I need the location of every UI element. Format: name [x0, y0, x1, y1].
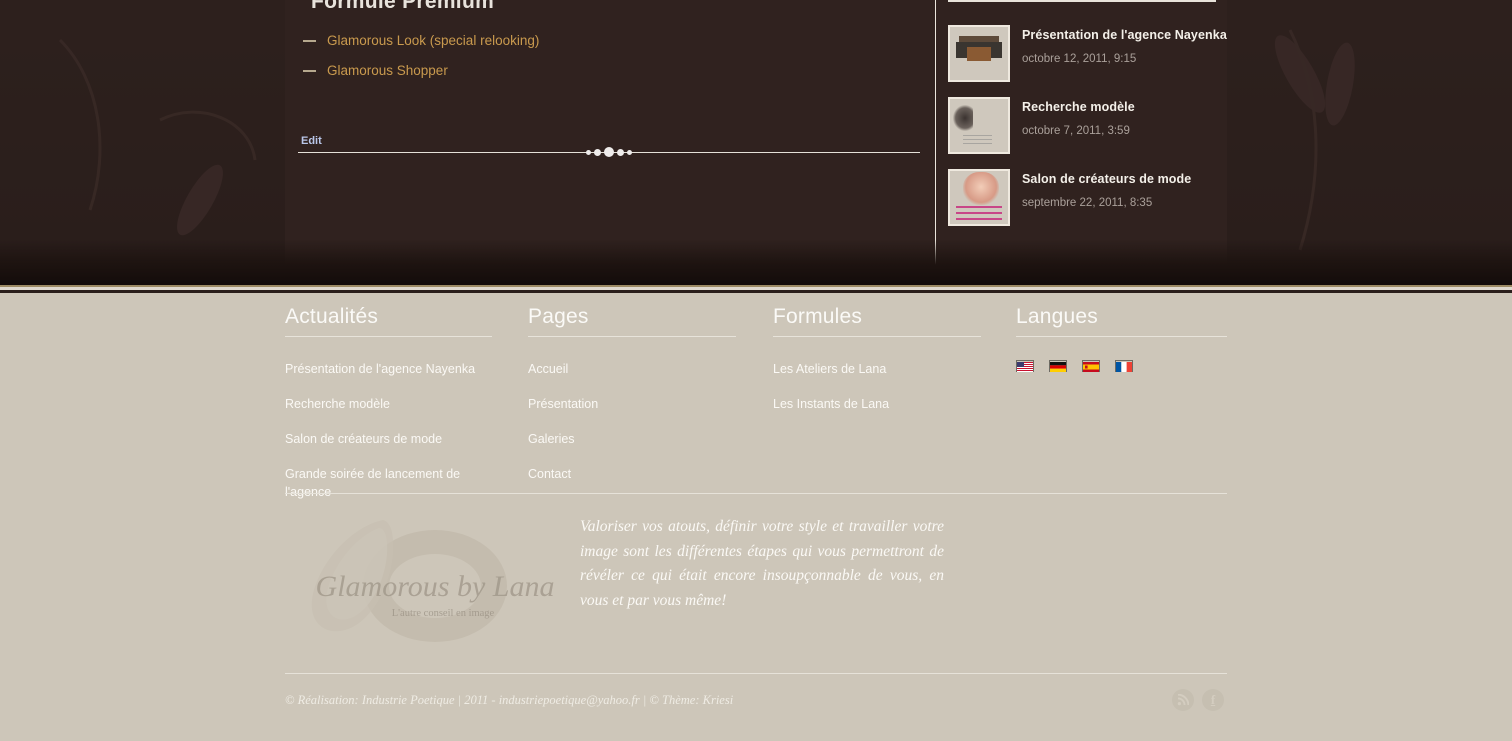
list-item[interactable]: Présentation de l'agence Nayenka	[285, 360, 492, 378]
footer-column-actualites: Actualités Présentation de l'agence Naye…	[285, 305, 492, 518]
flag-spain-icon[interactable]	[1082, 360, 1100, 372]
footer-column-langues: Langues	[1016, 305, 1227, 372]
footer-link[interactable]: Contact	[528, 467, 571, 481]
footer-heading-rule	[285, 336, 492, 337]
footer-heading: Formules	[773, 305, 863, 328]
slider-dot-1[interactable]	[586, 149, 591, 155]
sidebar-top-divider	[948, 0, 1216, 2]
footer-link[interactable]: Les Ateliers de Lana	[773, 362, 886, 376]
slider-dot-5[interactable]	[627, 149, 632, 155]
footer-link[interactable]: Grande soirée de lancement de l'agence	[285, 467, 460, 499]
list-item[interactable]: Salon de créateurs de mode	[285, 430, 492, 448]
slider-pagination[interactable]	[578, 145, 640, 159]
list-item[interactable]: Galeries	[528, 430, 736, 448]
footer-link[interactable]: Salon de créateurs de mode	[285, 432, 442, 446]
footer-heading: Langues	[1016, 305, 1098, 328]
footer-link[interactable]: Les Instants de Lana	[773, 397, 889, 411]
sidebar-post-item[interactable]: Recherche modèle octobre 7, 2011, 3:59	[948, 97, 1135, 154]
post-thumbnail-image[interactable]	[948, 97, 1010, 154]
brand-logo: Glamorous by Lana L'autre conseil en ima…	[311, 520, 555, 642]
footer-link[interactable]: Recherche modèle	[285, 397, 390, 411]
footer-divider-2	[285, 673, 1227, 674]
footer-heading-rule	[1016, 336, 1227, 337]
footer-heading-rule	[773, 336, 981, 337]
footer-link[interactable]: Galeries	[528, 432, 575, 446]
post-date: septembre 22, 2011, 8:35	[1022, 197, 1153, 209]
slider-dot-4[interactable]	[617, 148, 624, 156]
list-item[interactable]: Glamorous Look (special relooking)	[303, 33, 863, 48]
slide-title: Formule Premium	[311, 0, 495, 13]
footer-column-formules: Formules Les Ateliers de Lana Les Instan…	[773, 305, 981, 430]
footer-heading: Pages	[528, 305, 589, 328]
footer-link[interactable]: Accueil	[528, 362, 568, 376]
list-item[interactable]: Grande soirée de lancement de l'agence	[285, 465, 492, 501]
edit-link[interactable]: Edit	[301, 135, 322, 147]
post-title-link[interactable]: Salon de créateurs de mode	[1022, 172, 1191, 186]
logo-subtitle: L'autre conseil en image	[392, 608, 495, 619]
footer-divider-1	[285, 493, 1227, 494]
facebook-icon[interactable]: f	[1202, 689, 1224, 711]
brand-tagline: Valoriser vos atouts, définir votre styl…	[580, 518, 944, 609]
post-thumbnail-image[interactable]	[948, 169, 1010, 226]
footer-heading-rule	[528, 336, 736, 337]
dash-icon	[303, 39, 316, 42]
post-thumbnail-image[interactable]	[948, 25, 1010, 82]
slider-dot-3-active[interactable]	[604, 147, 614, 157]
slide-feature-list: Glamorous Look (special relooking) Glamo…	[303, 33, 863, 93]
sidebar-post-item[interactable]: Salon de créateurs de mode septembre 22,…	[948, 169, 1191, 226]
section-bottom-fade	[0, 240, 1512, 285]
footer-link[interactable]: Présentation	[528, 397, 598, 411]
footer-link[interactable]: Présentation de l'agence Nayenka	[285, 362, 475, 376]
site-footer: Actualités Présentation de l'agence Naye…	[0, 293, 1512, 741]
list-item[interactable]: Les Ateliers de Lana	[773, 360, 981, 378]
list-item[interactable]: Accueil	[528, 360, 736, 378]
list-item[interactable]: Glamorous Shopper	[303, 63, 863, 78]
slide-link[interactable]: Glamorous Shopper	[327, 63, 448, 78]
list-item[interactable]: Les Instants de Lana	[773, 395, 981, 413]
logo-wordmark: Glamorous by Lana	[316, 570, 555, 603]
list-item[interactable]: Présentation	[528, 395, 736, 413]
dash-icon	[303, 69, 316, 72]
slider-dot-2[interactable]	[594, 148, 601, 156]
flag-united-states-icon[interactable]	[1016, 360, 1034, 372]
footer-heading: Actualités	[285, 305, 379, 328]
flag-germany-icon[interactable]	[1049, 360, 1067, 372]
hero-slider-section: Formule Premium Glamorous Look (special …	[0, 0, 1512, 285]
light-divider-rule	[0, 287, 1512, 290]
rss-icon[interactable]	[1172, 689, 1194, 711]
list-item[interactable]: Contact	[528, 465, 736, 483]
copyright-text: © Réalisation: Industrie Poetique | 2011…	[285, 693, 734, 707]
language-flag-list	[1016, 360, 1227, 372]
list-item[interactable]: Recherche modèle	[285, 395, 492, 413]
footer-column-pages: Pages Accueil Présentation Galeries Cont…	[528, 305, 736, 500]
flag-france-icon[interactable]	[1115, 360, 1133, 372]
social-links: f	[1172, 689, 1224, 711]
post-title-link[interactable]: Recherche modèle	[1022, 100, 1135, 114]
post-date: octobre 7, 2011, 3:59	[1022, 125, 1130, 137]
slide-link[interactable]: Glamorous Look (special relooking)	[327, 33, 539, 48]
post-title-link[interactable]: Présentation de l'agence Nayenka	[1022, 28, 1227, 42]
sidebar-post-item[interactable]: Présentation de l'agence Nayenka octobre…	[948, 25, 1227, 82]
post-date: octobre 12, 2011, 9:15	[1022, 53, 1137, 65]
